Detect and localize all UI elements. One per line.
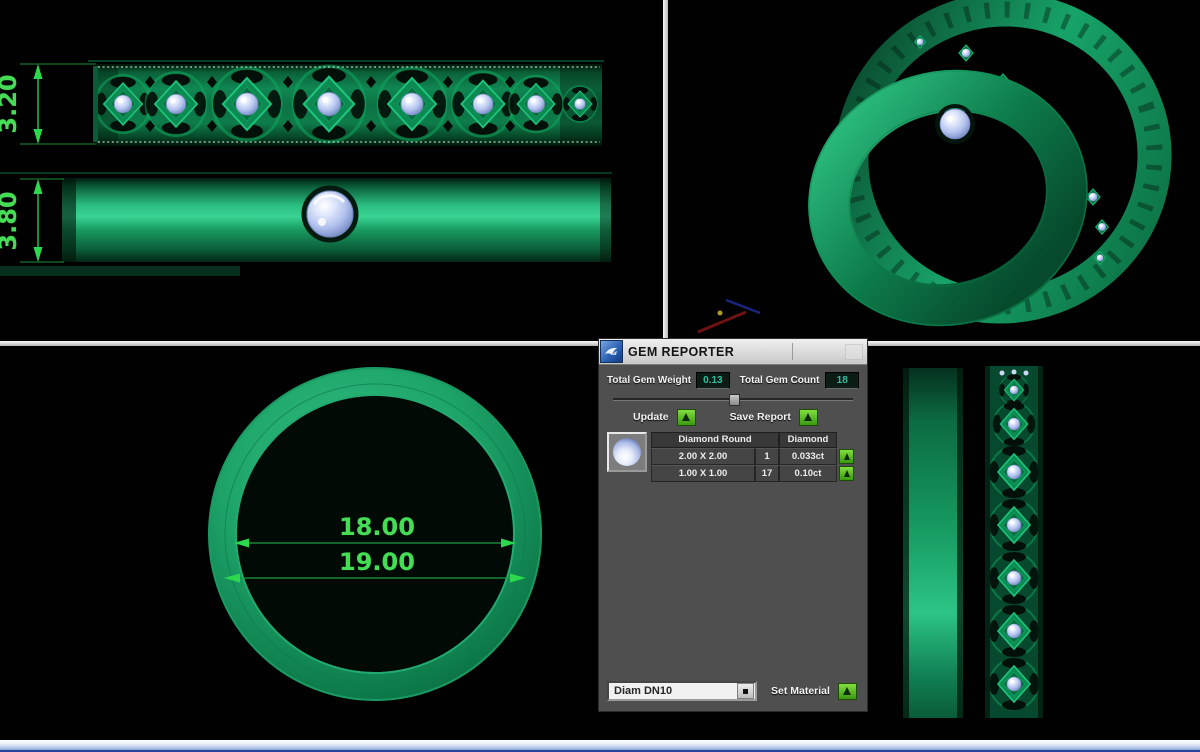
- dimension-band-width: 3.20: [0, 64, 96, 144]
- dim-text-18-00: 18.00: [339, 513, 415, 541]
- up-arrow-icon: [844, 453, 850, 460]
- row-weight[interactable]: 0.10ct: [779, 465, 837, 482]
- dialog-title: GEM REPORTER: [628, 345, 734, 359]
- viewport-bottom-left[interactable]: 18.00 19.00: [0, 346, 663, 752]
- row-weight[interactable]: 0.033ct: [779, 448, 837, 465]
- update-label: Update: [633, 411, 669, 423]
- viewport-top-right[interactable]: [668, 0, 1200, 341]
- table-header-material: Diamond: [779, 432, 837, 448]
- set-material-button[interactable]: [838, 683, 857, 700]
- center-gem: [307, 191, 353, 237]
- row-size[interactable]: 2.00 X 2.00: [651, 448, 755, 465]
- titlebar-separator: [792, 343, 793, 360]
- material-dropdown[interactable]: Diam DN10: [607, 681, 757, 701]
- save-report-label: Save Report: [730, 411, 791, 423]
- total-gem-weight-label: Total Gem Weight: [607, 375, 691, 386]
- total-gem-weight-value: 0.13: [696, 372, 730, 389]
- row-action-button[interactable]: [839, 466, 854, 481]
- viewport-top-left[interactable]: 3.20 3.80: [0, 0, 663, 341]
- gem-thumbnail[interactable]: [607, 432, 647, 472]
- flush-set-gem: [940, 109, 970, 139]
- material-dropdown-value: Diam DN10: [609, 685, 737, 697]
- dropdown-square-icon: [743, 689, 748, 694]
- slider-handle[interactable]: [729, 394, 740, 406]
- dialog-close-button[interactable]: [845, 344, 863, 360]
- gem-table: Diamond Round Diamond 2.00 X 2.00 1 0.03…: [607, 432, 859, 482]
- update-button[interactable]: [677, 409, 696, 426]
- dropdown-arrow-button[interactable]: [737, 683, 754, 699]
- ornate-band-side-view: [88, 61, 604, 146]
- plain-band-profile: [903, 368, 963, 718]
- dim-text-3-20: 3.20: [0, 74, 22, 133]
- up-arrow-icon: [682, 413, 690, 421]
- application-canvas: 3.20 3.80: [0, 0, 1200, 752]
- dialog-titlebar[interactable]: GEM REPORTER: [599, 339, 867, 365]
- table-header-gem: Diamond Round: [651, 432, 779, 448]
- round-gem-sphere-icon: [613, 438, 641, 466]
- dimension-shank-width: 3.80: [0, 179, 64, 262]
- up-arrow-icon: [843, 687, 851, 695]
- save-report-button[interactable]: [799, 409, 818, 426]
- dim-text-19-00: 19.00: [339, 548, 415, 576]
- gem-reporter-dialog: GEM REPORTER Total Gem Weight 0.13 Total…: [598, 338, 868, 712]
- ornate-band-profile: [985, 366, 1043, 718]
- window-bottom-strip: [0, 740, 1200, 752]
- plain-band-front-view: [0, 173, 612, 276]
- viewport-bottom-right[interactable]: [868, 346, 1200, 752]
- total-gem-count-label: Total Gem Count: [740, 375, 820, 386]
- axis-gizmo-icon: [698, 300, 760, 332]
- row-size[interactable]: 1.00 X 1.00: [651, 465, 755, 482]
- dialog-slider[interactable]: [613, 393, 853, 404]
- up-arrow-icon: [844, 470, 850, 477]
- viewport-divider-vertical[interactable]: [663, 0, 668, 343]
- dim-text-3-80: 3.80: [0, 191, 22, 250]
- row-action-button[interactable]: [839, 449, 854, 464]
- up-arrow-icon: [804, 413, 812, 421]
- row-count[interactable]: 1: [755, 448, 779, 465]
- material-row: Diam DN10 Set Material: [607, 681, 859, 705]
- set-material-label: Set Material: [771, 685, 830, 697]
- gem-reporter-app-icon: [600, 340, 623, 363]
- row-count[interactable]: 17: [755, 465, 779, 482]
- header-spacer: [837, 432, 855, 448]
- dialog-body: Total Gem Weight 0.13 Total Gem Count 18…: [599, 365, 867, 711]
- total-gem-count-value: 18: [825, 372, 859, 389]
